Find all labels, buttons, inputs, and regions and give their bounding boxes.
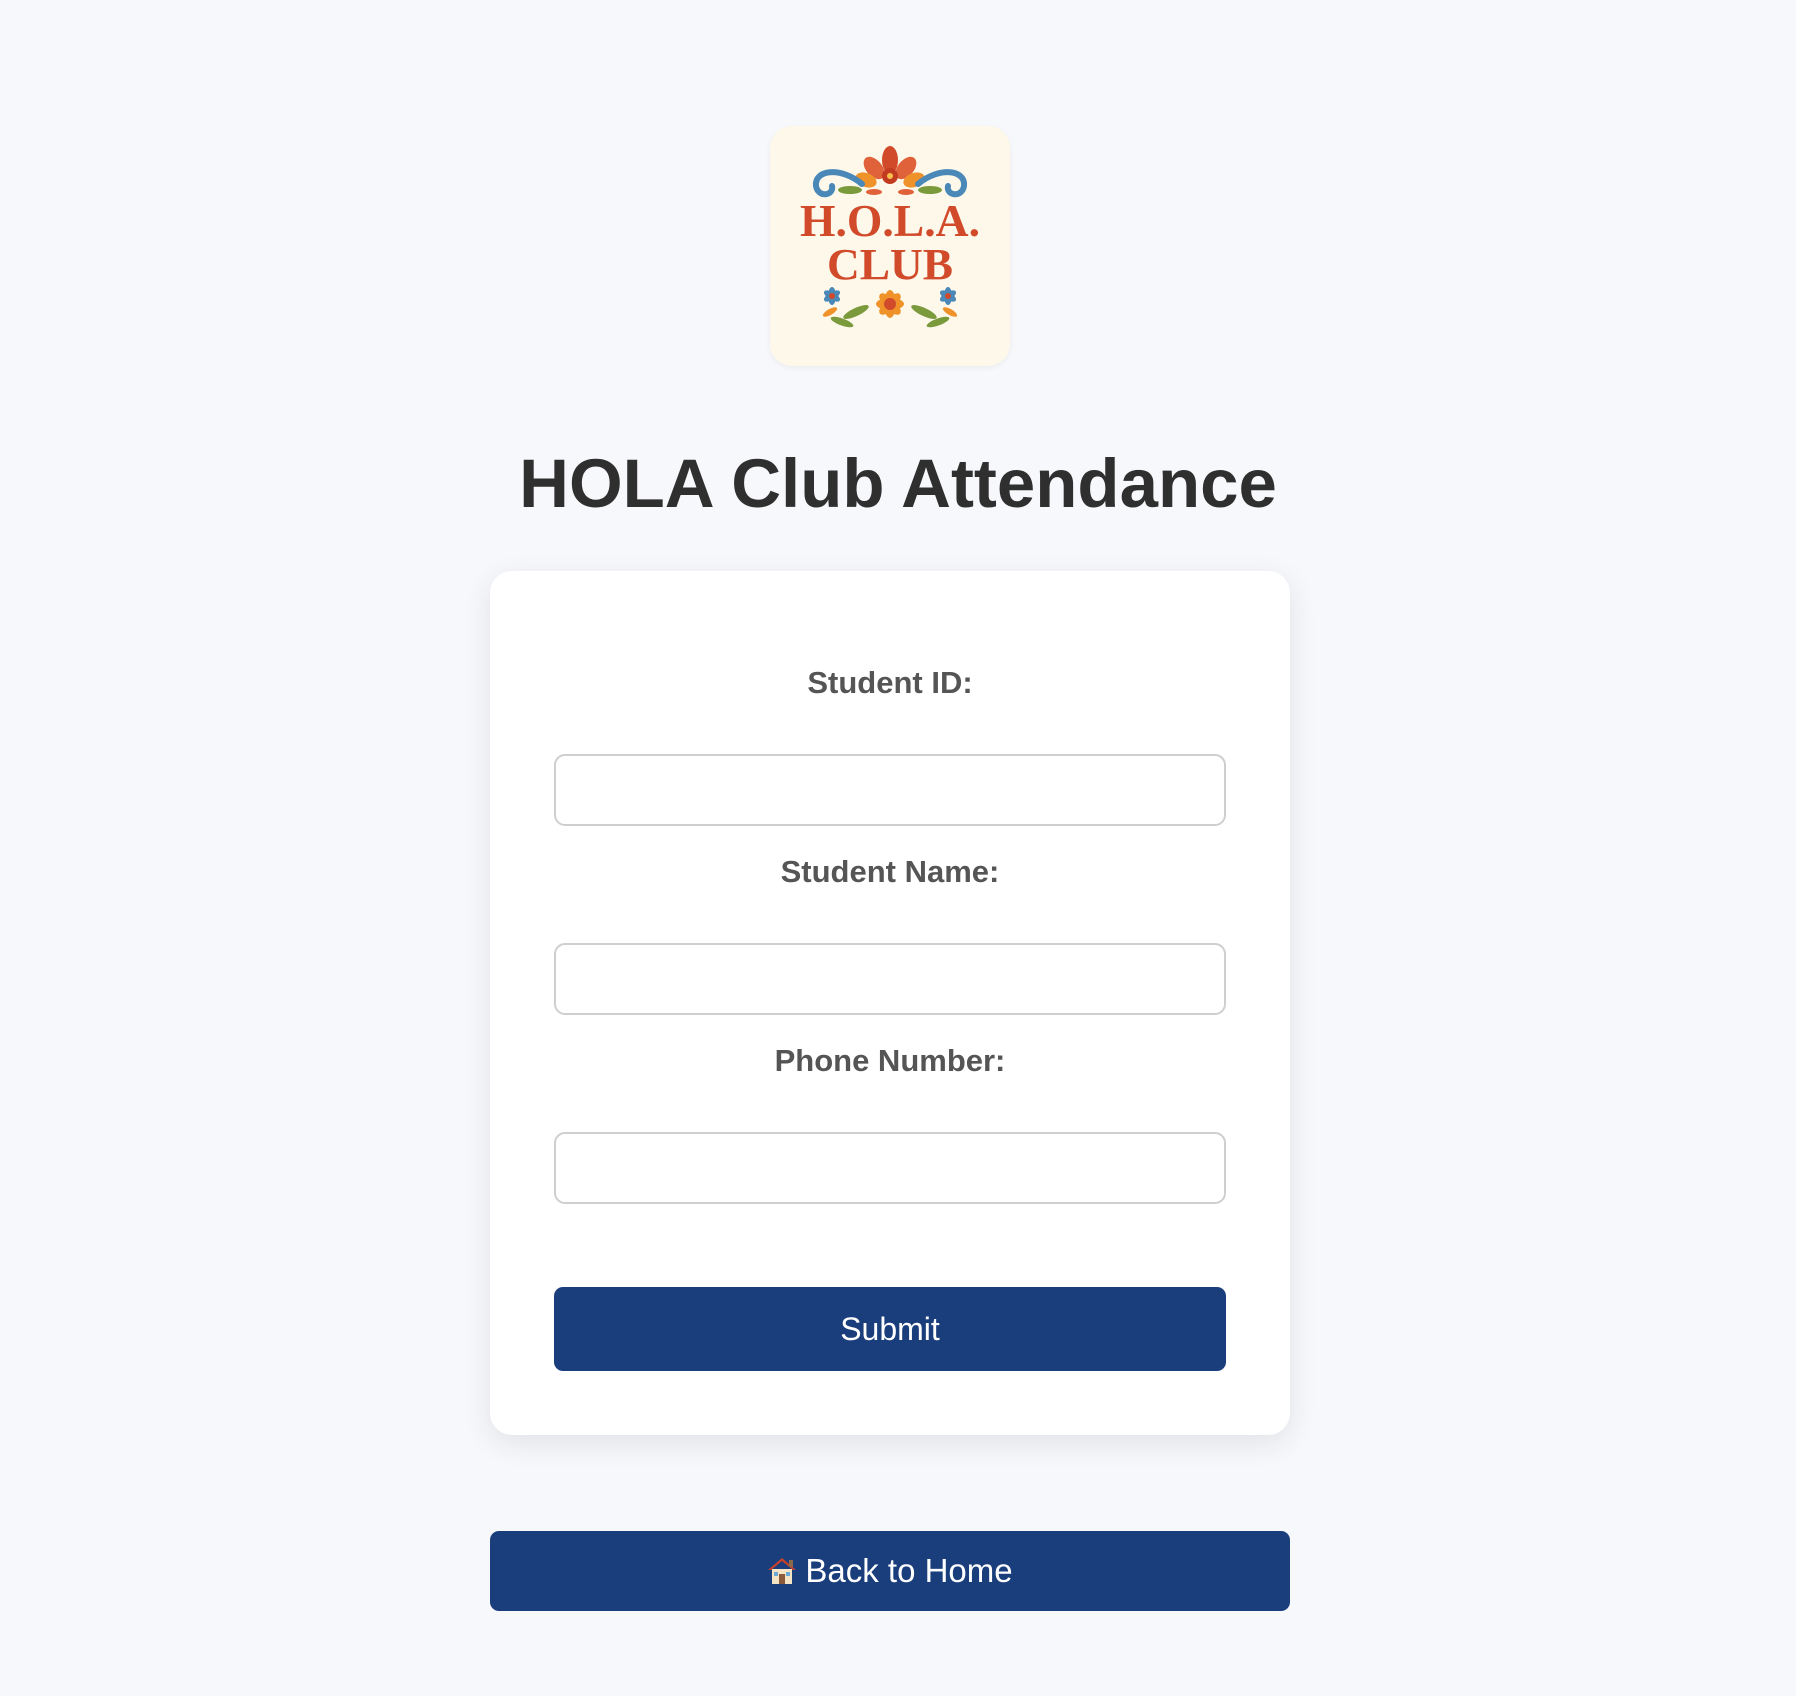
back-to-home-label: Back to Home	[805, 1552, 1013, 1589]
page-title: HOLA Club Attendance	[519, 445, 1277, 522]
hola-club-logo: H.O.L.A. CLUB	[770, 126, 1010, 366]
top-leaf-icon	[838, 186, 942, 195]
phone-number-label: Phone Number:	[774, 1043, 1006, 1078]
student-name-label: Student Name:	[780, 854, 1000, 889]
house-icon	[767, 1556, 797, 1586]
logo-line1: H.O.L.A.	[800, 195, 980, 246]
bottom-orange-flower-icon	[876, 290, 904, 318]
left-blue-flower-icon	[823, 287, 841, 305]
student-id-label: Student ID:	[807, 665, 973, 700]
back-to-home-button[interactable]: Back to Home	[490, 1531, 1290, 1611]
hola-club-logo-art: H.O.L.A. CLUB	[800, 146, 980, 328]
student-id-input[interactable]	[554, 754, 1226, 826]
phone-number-input[interactable]	[554, 1132, 1226, 1204]
attendance-form: Student ID: Student Name: Phone Number: …	[490, 571, 1290, 1435]
student-name-input[interactable]	[554, 943, 1226, 1015]
right-blue-flower-icon	[939, 287, 957, 305]
logo-line2: CLUB	[827, 240, 953, 289]
submit-button[interactable]: Submit	[554, 1287, 1226, 1371]
